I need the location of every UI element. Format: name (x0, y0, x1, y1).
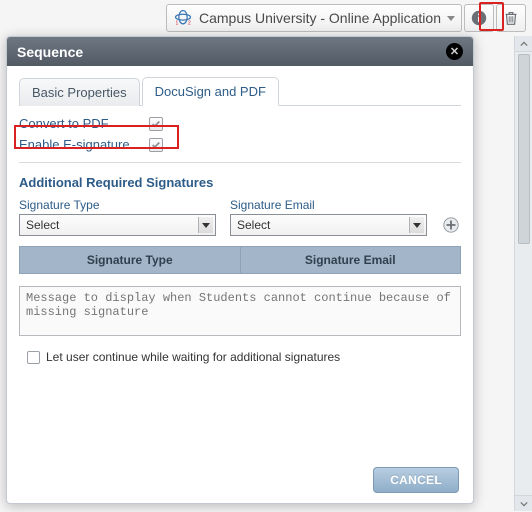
row-enable-esignature: Enable E-signature (19, 137, 461, 152)
signature-email-column: Signature Email Select (230, 198, 427, 236)
svg-text:1: 1 (176, 21, 179, 26)
trash-icon (502, 9, 520, 27)
tab-label: DocuSign and PDF (155, 84, 266, 99)
convert-pdf-checkbox[interactable] (149, 117, 163, 131)
tab-bar: Basic Properties DocuSign and PDF (19, 76, 461, 106)
signature-email-label: Signature Email (230, 198, 427, 212)
row-let-user-continue: Let user continue while waiting for addi… (19, 350, 461, 364)
sequence-dialog: Sequence ✕ Basic Properties DocuSign and… (6, 36, 474, 504)
additional-signatures-title: Additional Required Signatures (19, 175, 461, 190)
top-toolbar: 1 2 Campus University - Online Applicati… (166, 4, 526, 32)
tab-label: Basic Properties (32, 85, 127, 100)
check-icon (151, 140, 161, 150)
add-signature-button[interactable] (441, 215, 461, 235)
info-button[interactable] (464, 4, 494, 32)
dialog-body: Basic Properties DocuSign and PDF Conver… (7, 66, 473, 457)
let-user-continue-label: Let user continue while waiting for addi… (46, 350, 340, 364)
info-icon (470, 9, 488, 27)
signature-type-label: Signature Type (19, 198, 216, 212)
signature-type-select[interactable]: Select (19, 214, 216, 236)
plus-circle-icon (442, 216, 460, 234)
close-icon: ✕ (450, 45, 459, 58)
scroll-thumb[interactable] (518, 54, 530, 244)
signature-email-select[interactable]: Select (230, 214, 427, 236)
signature-type-column: Signature Type Select (19, 198, 216, 236)
scroll-down-arrow[interactable] (515, 495, 532, 511)
tab-docusign-pdf[interactable]: DocuSign and PDF (142, 77, 279, 106)
app-logo-icon: 1 2 (173, 10, 193, 26)
tab-basic-properties[interactable]: Basic Properties (19, 78, 140, 106)
delete-button[interactable] (496, 4, 526, 32)
scroll-up-arrow[interactable] (515, 36, 532, 52)
signatures-table-header: Signature Type Signature Email (19, 246, 461, 274)
page-title-dropdown[interactable]: 1 2 Campus University - Online Applicati… (166, 4, 462, 32)
dialog-footer: CANCEL (7, 457, 473, 503)
dialog-title: Sequence (17, 44, 83, 60)
dialog-close-button[interactable]: ✕ (446, 43, 463, 60)
cancel-button[interactable]: CANCEL (373, 467, 459, 493)
cancel-button-label: CANCEL (390, 473, 442, 487)
signature-type-value: Select (26, 218, 59, 232)
missing-signature-message[interactable] (19, 286, 461, 336)
page-title: Campus University - Online Application (199, 10, 441, 26)
th-signature-email: Signature Email (241, 247, 461, 273)
check-icon (151, 119, 161, 129)
page-scrollbar[interactable] (514, 36, 532, 511)
enable-esignature-checkbox[interactable] (149, 138, 163, 152)
svg-text:2: 2 (188, 21, 191, 26)
let-user-continue-checkbox[interactable] (27, 351, 40, 364)
dialog-header: Sequence ✕ (7, 37, 473, 66)
convert-pdf-label: Convert to PDF (19, 116, 149, 131)
signature-input-row: Signature Type Select Signature Email Se… (19, 198, 461, 236)
signature-email-value: Select (237, 218, 270, 232)
enable-esignature-label: Enable E-signature (19, 137, 149, 152)
th-signature-type: Signature Type (20, 247, 241, 273)
row-convert-pdf: Convert to PDF (19, 116, 461, 131)
